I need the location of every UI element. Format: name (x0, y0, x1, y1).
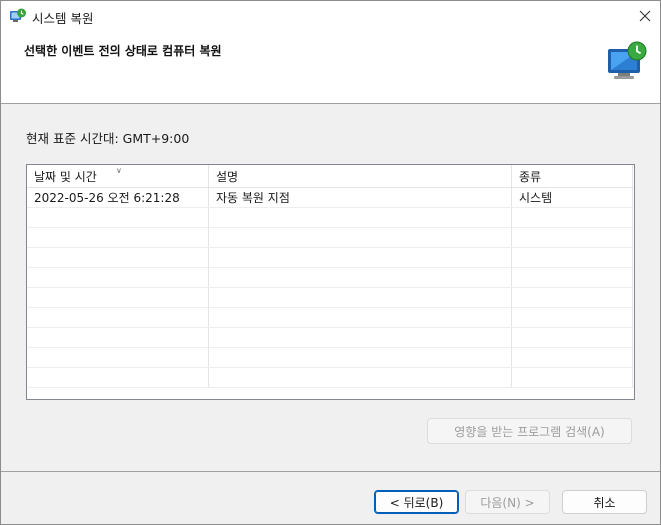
timezone-label: 현재 표준 시간대: GMT+9:00 (26, 131, 190, 146)
system-restore-window: 시스템 복원 선택한 이벤트 전의 상태로 컴퓨터 복원 현재 표준 시간대: … (0, 0, 661, 525)
page-title: 선택한 이벤트 전의 상태로 컴퓨터 복원 (24, 44, 222, 58)
footer-divider (1, 471, 660, 472)
restore-points-list[interactable]: 날짜 및 시간 ∨ 설명 종류 2022-05-26 오전 6:21:28 자동… (26, 164, 635, 400)
wizard-header: 선택한 이벤트 전의 상태로 컴퓨터 복원 (1, 31, 660, 104)
empty-row (27, 328, 634, 348)
empty-row (27, 208, 634, 228)
back-button[interactable]: < 뒤로(B) (374, 490, 459, 514)
system-restore-icon (10, 8, 26, 22)
list-header: 날짜 및 시간 ∨ 설명 종류 (27, 165, 634, 188)
column-header-date[interactable]: 날짜 및 시간 ∨ (27, 165, 209, 187)
window-title: 시스템 복원 (32, 11, 94, 26)
close-button[interactable] (630, 1, 660, 31)
sort-down-icon: ∨ (116, 166, 122, 175)
empty-row (27, 248, 634, 268)
row-description: 자동 복원 지점 (209, 188, 512, 207)
empty-row (27, 228, 634, 248)
scan-affected-programs-button[interactable]: 영향을 받는 프로그램 검색(A) (427, 418, 632, 444)
row-type: 시스템 (512, 188, 633, 207)
title-bar: 시스템 복원 (1, 1, 660, 31)
column-header-description[interactable]: 설명 (209, 165, 512, 187)
empty-row (27, 308, 634, 328)
monitor-restore-icon (608, 41, 647, 79)
column-header-type[interactable]: 종류 (512, 165, 633, 187)
empty-row (27, 368, 634, 388)
empty-row (27, 348, 634, 368)
row-date: 2022-05-26 오전 6:21:28 (27, 188, 209, 207)
cancel-button[interactable]: 취소 (562, 490, 647, 514)
empty-row (27, 268, 634, 288)
table-row[interactable]: 2022-05-26 오전 6:21:28 자동 복원 지점 시스템 (27, 188, 634, 208)
close-icon (639, 10, 651, 22)
next-button[interactable]: 다음(N) > (465, 490, 550, 514)
empty-row (27, 288, 634, 308)
column-header-date-label: 날짜 및 시간 (34, 169, 97, 184)
